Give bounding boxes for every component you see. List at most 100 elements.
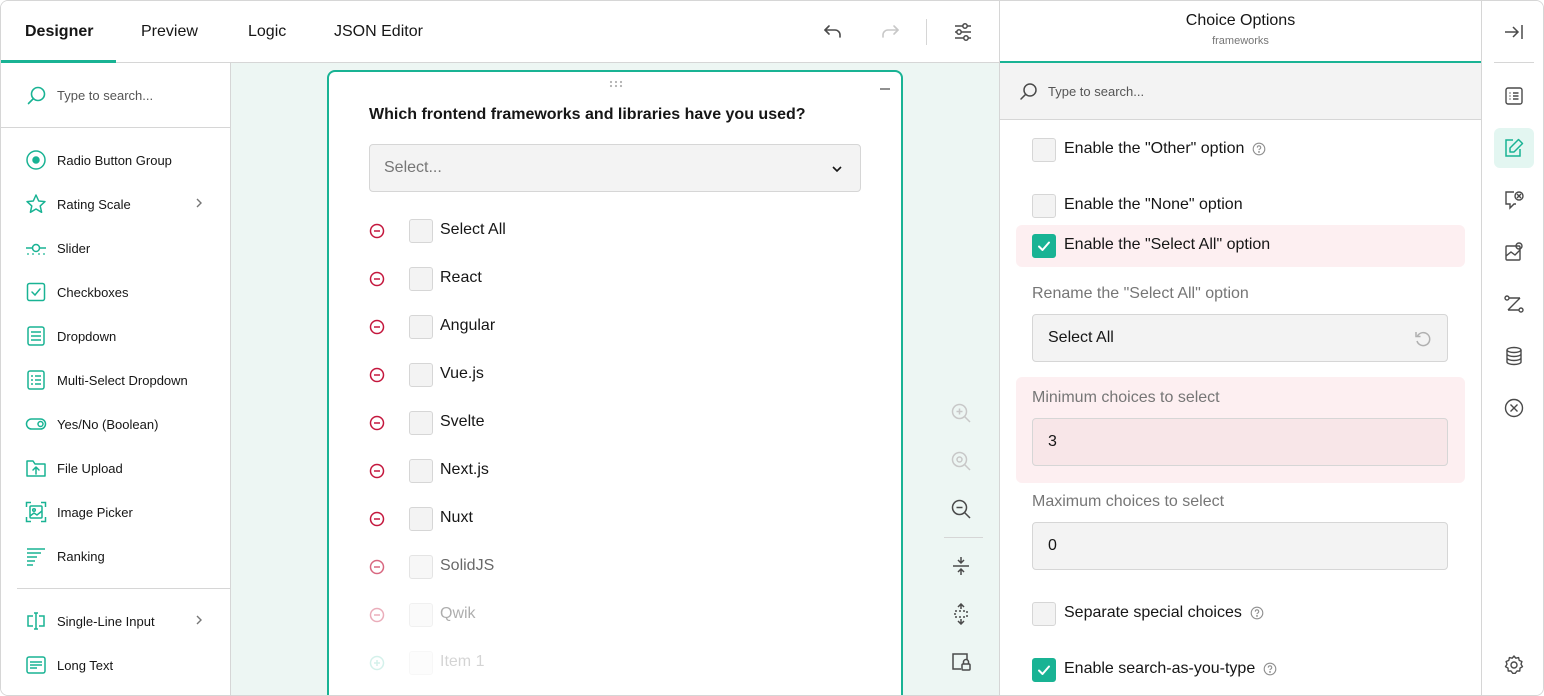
category-layout[interactable] [1494,232,1534,272]
enable-other-option[interactable]: Enable the "Other" option [1032,134,1452,166]
reset-icon[interactable] [1413,329,1433,349]
add-choice-icon[interactable] [369,655,385,671]
database-icon [1506,346,1522,366]
help-icon[interactable] [1263,662,1277,676]
lock-questions-button[interactable] [945,646,977,678]
choice-checkbox[interactable] [409,411,433,435]
remove-choice-icon[interactable] [369,415,385,431]
toolbox-item-label: Multi-Select Dropdown [57,372,188,388]
top-tab-bar: Designer Preview Logic JSON Editor [1,1,999,63]
choice-checkbox[interactable] [409,555,433,579]
search-as-you-type[interactable]: Enable search-as-you-type [1032,654,1452,686]
category-general[interactable] [1494,76,1534,116]
remove-choice-icon[interactable] [369,559,385,575]
choice-label[interactable]: Svelte [440,413,484,431]
remove-choice-icon[interactable] [369,223,385,239]
question-dropdown[interactable]: Select... [369,144,861,192]
choice-checkbox[interactable] [409,363,433,387]
toolbox-search[interactable]: Type to search... [1,63,230,128]
chevron-right-icon[interactable] [193,614,205,626]
dropdown-icon [27,326,45,346]
remove-choice-icon[interactable] [369,463,385,479]
chevron-right-icon[interactable] [193,197,205,209]
choice-label[interactable]: React [440,269,482,287]
choice-checkbox[interactable] [409,219,433,243]
collapse-question-icon[interactable] [880,88,890,90]
help-icon[interactable] [1252,142,1266,156]
checkbox[interactable] [1032,138,1056,162]
drag-handle-icon[interactable] [609,80,623,88]
choice-checkbox[interactable] [409,315,433,339]
tab-preview[interactable]: Preview [141,1,198,63]
tab-logic[interactable]: Logic [248,1,286,63]
toolbox-item-file-upload[interactable]: File Upload [1,446,230,490]
enable-select-all-option[interactable]: Enable the "Select All" option [1032,230,1452,262]
category-database[interactable] [1494,336,1534,376]
toolbox-item-radio-button-group[interactable]: Radio Button Group [1,138,230,182]
collapse-panel-button[interactable] [1494,12,1534,52]
toolbox-item-rating-scale[interactable]: Rating Scale [1,182,230,226]
collapse-panel-icon [1505,25,1523,39]
choice-label[interactable]: SolidJS [440,557,494,575]
toolbox-item-long-text[interactable]: Long Text [1,643,230,687]
undo-button[interactable] [817,16,849,48]
help-icon[interactable] [1250,606,1264,620]
category-data[interactable] [1494,284,1534,324]
choice-item: Select All [369,215,849,247]
question-title[interactable]: Which frontend frameworks and libraries … [369,106,806,124]
checkbox[interactable] [1032,602,1056,626]
choice-item: Item 1 [369,647,849,679]
property-search[interactable]: Type to search... [1000,63,1481,120]
min-choices-input[interactable]: 3 [1032,418,1448,466]
zoom-to-100-button[interactable] [945,445,977,477]
checkbox-checked[interactable] [1032,234,1056,258]
tab-json-editor[interactable]: JSON Editor [334,1,423,63]
settings-button[interactable] [947,16,979,48]
question-card[interactable]: Which frontend frameworks and libraries … [327,70,903,695]
remove-choice-icon[interactable] [369,319,385,335]
remove-choice-icon[interactable] [369,271,385,287]
image-picker-icon [25,501,47,523]
choice-checkbox[interactable] [409,459,433,483]
choice-checkbox[interactable] [409,267,433,291]
remove-choice-icon[interactable] [369,511,385,527]
choice-label[interactable]: Next.js [440,461,489,479]
toolbox-item-boolean[interactable]: Yes/No (Boolean) [1,402,230,446]
choice-label[interactable]: Vue.js [440,365,484,383]
category-choice-options[interactable] [1494,128,1534,168]
remove-choice-icon[interactable] [369,367,385,383]
rename-select-all-input[interactable]: Select All [1032,314,1448,362]
toolbox-item-checkboxes[interactable]: Checkboxes [1,270,230,314]
category-logic[interactable] [1494,180,1534,220]
choice-checkbox[interactable] [409,603,433,627]
separate-special-choices[interactable]: Separate special choices [1032,598,1452,630]
toolbox-item-dropdown[interactable]: Dropdown [1,314,230,358]
choice-label[interactable]: Qwik [440,605,476,623]
checkbox-checked[interactable] [1032,658,1056,682]
zoom-in-button[interactable] [945,397,977,429]
redo-button[interactable] [874,16,906,48]
toolbox-item-single-line-input[interactable]: Single-Line Input [1,599,230,643]
expand-all-button[interactable] [945,598,977,630]
remove-choice-icon[interactable] [369,607,385,623]
max-choices-input[interactable]: 0 [1032,522,1448,570]
tab-designer[interactable]: Designer [25,1,93,63]
choice-checkbox[interactable] [409,651,433,675]
search-as-you-type-label: Enable search-as-you-type [1064,660,1256,677]
checkbox[interactable] [1032,194,1056,218]
toolbox-item-slider[interactable]: Slider [1,226,230,270]
choice-label[interactable]: Angular [440,317,495,335]
choice-label[interactable]: Select All [440,221,506,239]
choice-label[interactable]: Item 1 [440,653,484,671]
toolbox-item-ranking[interactable]: Ranking [1,534,230,578]
toolbox-item-image-picker[interactable]: Image Picker [1,490,230,534]
collapse-all-button[interactable] [945,550,977,582]
zoom-out-button[interactable] [945,493,977,525]
settings-button[interactable] [1494,645,1534,685]
flow-icon [1504,295,1524,313]
category-validation[interactable] [1494,388,1534,428]
choice-checkbox[interactable] [409,507,433,531]
enable-none-option[interactable]: Enable the "None" option [1032,190,1452,222]
toolbox-item-multi-select-dropdown[interactable]: Multi-Select Dropdown [1,358,230,402]
choice-label[interactable]: Nuxt [440,509,473,527]
